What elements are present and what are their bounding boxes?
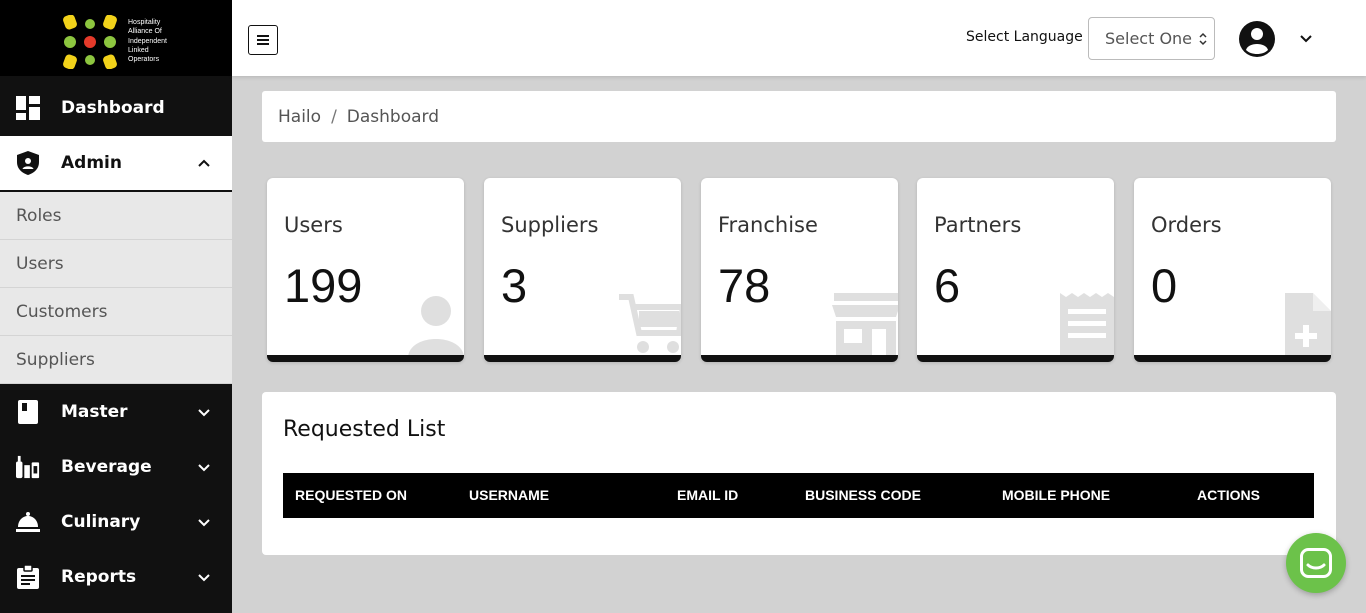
sidebar-item-label: Admin xyxy=(61,153,122,173)
chevron-down-icon xyxy=(198,463,210,471)
top-bar: Select Language Select One xyxy=(232,0,1366,76)
stat-value: 6 xyxy=(934,259,961,312)
breadcrumb-root[interactable]: Hailo xyxy=(278,107,321,127)
menu-toggle-button[interactable] xyxy=(248,25,278,55)
column-header-business-code[interactable]: BUSINESS CODE xyxy=(805,487,921,503)
food-cloche-icon xyxy=(16,510,40,534)
user-avatar-icon[interactable] xyxy=(1239,21,1275,57)
logo-mark-icon xyxy=(63,15,117,69)
column-header-username[interactable]: USERNAME xyxy=(469,487,549,503)
logo-line: Linked xyxy=(128,46,149,54)
clipboard-icon xyxy=(16,564,40,589)
sidebar-item-users[interactable]: Users xyxy=(0,240,232,288)
breadcrumb-separator: / xyxy=(331,106,337,127)
cart-icon xyxy=(619,294,681,353)
column-header-requested-on[interactable]: REQUESTED ON xyxy=(295,487,407,503)
column-header-email[interactable]: EMAIL ID xyxy=(677,487,738,503)
chat-launcher-button[interactable] xyxy=(1286,533,1346,593)
dashboard-icon xyxy=(16,96,40,120)
receipt-icon xyxy=(1060,293,1114,355)
sidebar: Hospitality Alliance Of Independent Link… xyxy=(0,0,232,613)
stat-label: Suppliers xyxy=(501,213,599,237)
sidebar-item-master[interactable]: Master xyxy=(0,384,232,439)
stat-label: Orders xyxy=(1151,213,1222,237)
sidebar-item-roles[interactable]: Roles xyxy=(0,192,232,240)
chevron-down-icon xyxy=(198,408,210,416)
stat-label: Franchise xyxy=(718,213,818,237)
stat-value: 3 xyxy=(501,259,528,312)
brand-logo[interactable]: Hospitality Alliance Of Independent Link… xyxy=(0,0,232,76)
stat-card-suppliers[interactable]: Suppliers 3 xyxy=(484,178,681,362)
sidebar-item-label: Master xyxy=(61,401,128,422)
breadcrumb: Hailo / Dashboard xyxy=(262,91,1336,142)
sidebar-item-customers[interactable]: Customers xyxy=(0,288,232,336)
chat-icon xyxy=(1300,548,1332,578)
chevron-down-icon xyxy=(198,518,210,526)
stat-value: 0 xyxy=(1151,259,1178,312)
book-icon xyxy=(16,399,40,424)
hamburger-icon xyxy=(257,35,269,45)
logo-line: Hospitality xyxy=(128,19,161,26)
language-select[interactable]: Select One xyxy=(1088,17,1215,60)
language-label: Select Language xyxy=(966,29,1083,45)
language-select-value: Select One xyxy=(1105,29,1193,48)
sidebar-item-culinary[interactable]: Culinary xyxy=(0,494,232,549)
bottles-icon xyxy=(16,455,40,479)
column-header-mobile-phone[interactable]: MOBILE PHONE xyxy=(1002,487,1110,503)
store-icon xyxy=(832,293,898,355)
select-caret-icon xyxy=(1199,32,1207,46)
logo-line: Independent xyxy=(128,37,167,45)
sidebar-item-reports[interactable]: Reports xyxy=(0,549,232,604)
stat-label: Users xyxy=(284,213,343,237)
chevron-down-icon[interactable] xyxy=(1298,30,1314,46)
sidebar-item-label: Beverage xyxy=(61,456,152,477)
stat-card-orders[interactable]: Orders 0 xyxy=(1134,178,1331,362)
add-file-icon xyxy=(1285,293,1331,355)
stat-card-franchise[interactable]: Franchise 78 xyxy=(701,178,898,362)
logo-text: Hospitality Alliance Of Independent Link… xyxy=(128,18,167,64)
stat-value: 78 xyxy=(718,259,771,312)
breadcrumb-current: Dashboard xyxy=(346,106,440,127)
shield-user-icon xyxy=(16,151,40,175)
logo-line: Alliance Of xyxy=(128,28,162,36)
sidebar-item-label: Dashboard xyxy=(61,98,165,118)
table-header: REQUESTED ON USERNAME EMAIL ID BUSINESS … xyxy=(283,473,1314,518)
chevron-up-icon xyxy=(198,159,210,167)
stat-label: Partners xyxy=(934,213,1022,237)
stat-value: 199 xyxy=(284,259,363,312)
chevron-down-icon xyxy=(198,573,210,581)
stat-card-partners[interactable]: Partners 6 xyxy=(917,178,1114,362)
requested-list-panel: Requested List REQUESTED ON USERNAME EMA… xyxy=(262,392,1336,555)
panel-title: Requested List xyxy=(283,417,446,442)
sidebar-item-admin[interactable]: Admin xyxy=(0,136,232,192)
sidebar-item-suppliers[interactable]: Suppliers xyxy=(0,336,232,384)
sidebar-item-label: Culinary xyxy=(61,511,141,532)
user-icon xyxy=(408,296,464,355)
sidebar-item-beverage[interactable]: Beverage xyxy=(0,439,232,494)
stat-card-users[interactable]: Users 199 xyxy=(267,178,464,362)
sidebar-item-label: Reports xyxy=(61,566,137,587)
sidebar-item-dashboard[interactable]: Dashboard xyxy=(0,80,232,136)
logo-line: Operators xyxy=(128,56,160,64)
column-header-actions: ACTIONS xyxy=(1197,487,1260,503)
